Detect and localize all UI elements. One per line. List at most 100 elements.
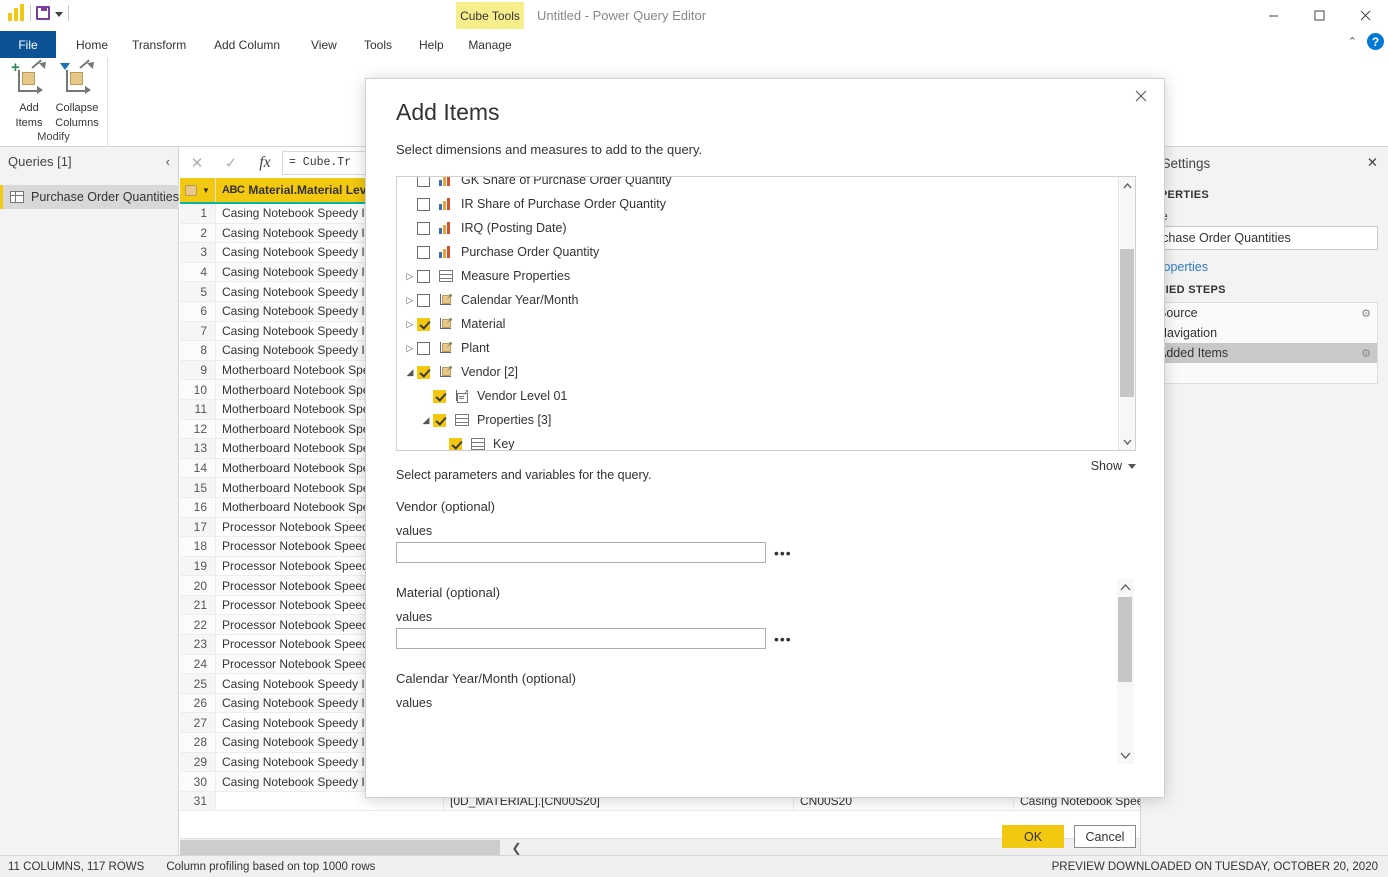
tree-item[interactable]: IR Share of Purchase Order Quantity xyxy=(397,192,1119,216)
formula-fx-icon[interactable]: fx xyxy=(248,150,282,176)
formula-cancel-icon[interactable]: ✕ xyxy=(180,150,214,176)
toolbar-divider-2 xyxy=(68,5,69,21)
tree-item-checkbox[interactable] xyxy=(433,414,446,427)
row-number: 1 xyxy=(180,204,216,224)
query-name-input[interactable]: rchase Order Quantities xyxy=(1151,226,1378,250)
ribbon-tab-view[interactable]: View xyxy=(297,31,351,58)
parameter-vendor-ellipsis-button[interactable]: ••• xyxy=(774,548,792,558)
help-icon[interactable]: ? xyxy=(1367,33,1384,50)
row-number: 7 xyxy=(180,322,216,342)
add-items-dialog: Add Items Select dimensions and measures… xyxy=(365,78,1165,798)
status-bar: 11 COLUMNS, 117 ROWS Column profiling ba… xyxy=(0,855,1388,877)
show-dropdown[interactable]: Show xyxy=(1091,459,1136,473)
query-list-item-purchase-order-quantities[interactable]: Purchase Order Quantities xyxy=(0,185,179,209)
tree-item-label: Key xyxy=(493,437,515,451)
parameters-scroll-up-icon[interactable] xyxy=(1117,579,1133,596)
tree-item[interactable]: ↗Vendor Level 01 xyxy=(397,384,1119,408)
parameters-vertical-scrollbar[interactable] xyxy=(1117,579,1134,764)
tree-scroll-thumb[interactable] xyxy=(1120,249,1134,397)
tree-item-checkbox[interactable] xyxy=(417,246,430,259)
ribbon-tab-help[interactable]: Help xyxy=(405,31,458,58)
tree-item-checkbox[interactable] xyxy=(417,176,430,187)
tree-vertical-scrollbar[interactable] xyxy=(1118,177,1135,450)
formula-accept-icon[interactable]: ✓ xyxy=(214,150,248,176)
ribbon-tab-view-label: View xyxy=(311,38,337,52)
applied-step-navigation[interactable]: Navigation xyxy=(1152,323,1377,343)
chevron-down-icon[interactable] xyxy=(55,12,63,17)
minimize-button[interactable] xyxy=(1250,0,1296,31)
tree-item-label: Properties [3] xyxy=(477,413,551,427)
parameter-vendor-values-label: values xyxy=(396,524,1136,538)
row-number: 10 xyxy=(180,380,216,400)
chevron-down-badge-icon xyxy=(60,63,70,70)
dialog-close-button[interactable] xyxy=(1128,85,1154,107)
ribbon-tab-file[interactable]: File xyxy=(0,31,56,58)
tree-item-checkbox[interactable] xyxy=(449,438,462,451)
expander-icon[interactable]: ▷ xyxy=(403,271,417,282)
row-number: 14 xyxy=(180,459,216,479)
ribbon-tab-transform[interactable]: Transform xyxy=(118,31,200,58)
maximize-button[interactable] xyxy=(1296,0,1342,31)
parameter-material-input[interactable] xyxy=(396,628,766,649)
ribbon-tab-home[interactable]: Home xyxy=(62,31,122,58)
parameter-vendor-input[interactable] xyxy=(396,542,766,563)
save-icon[interactable] xyxy=(36,6,50,20)
collapse-columns-button[interactable]: Collapse Columns xyxy=(50,62,104,130)
tree-item[interactable]: Purchase Order Quantity xyxy=(397,240,1119,264)
tree-item-checkbox[interactable] xyxy=(417,198,430,211)
add-items-button[interactable]: + Add Items xyxy=(2,62,56,130)
tree-item-label: IRQ (Posting Date) xyxy=(461,221,567,235)
all-properties-link[interactable]: Properties xyxy=(1151,260,1378,274)
tree-scroll-down-icon[interactable] xyxy=(1119,433,1135,450)
tree-item[interactable]: IRQ (Posting Date) xyxy=(397,216,1119,240)
expander-icon[interactable]: ▷ xyxy=(403,319,417,330)
tree-item[interactable]: GK Share of Purchase Order Quantity xyxy=(397,176,1119,192)
ribbon-tab-manage[interactable]: Manage xyxy=(456,31,524,58)
window-controls xyxy=(1250,0,1388,31)
tree-scroll-up-icon[interactable] xyxy=(1119,177,1135,194)
ribbon-tab-add-column[interactable]: Add Column xyxy=(200,31,294,58)
expander-icon[interactable]: ▷ xyxy=(403,295,417,306)
parameter-material-ellipsis-button[interactable]: ••• xyxy=(774,634,792,644)
close-button[interactable] xyxy=(1342,0,1388,31)
expander-icon[interactable]: ▷ xyxy=(403,343,417,354)
tree-item-label: Plant xyxy=(461,341,490,355)
row-number: 13 xyxy=(180,439,216,459)
queries-pane-title: Queries [1] xyxy=(8,154,72,169)
collapse-queries-pane-icon[interactable]: ‹ xyxy=(166,154,170,169)
tree-item-checkbox[interactable] xyxy=(417,366,430,379)
tree-item-label: Material xyxy=(461,317,505,331)
tree-item-checkbox[interactable] xyxy=(417,222,430,235)
tree-item-checkbox[interactable] xyxy=(417,342,430,355)
status-profiling[interactable]: Column profiling based on top 1000 rows xyxy=(144,861,375,873)
applied-step-source[interactable]: Source ⚙ xyxy=(1152,303,1377,323)
grid-header-rownum[interactable]: ▼ xyxy=(180,178,216,202)
properties-section-header: OPERTIES xyxy=(1151,189,1378,201)
expander-icon[interactable]: ◢ xyxy=(403,367,417,378)
tree-item-checkbox[interactable] xyxy=(417,294,430,307)
tree-item[interactable]: ▷↗Plant xyxy=(397,336,1119,360)
dialog-ok-button[interactable]: OK xyxy=(1002,825,1064,848)
ribbon-tab-tools[interactable]: Tools xyxy=(350,31,406,58)
grid-hscroll-thumb[interactable] xyxy=(180,840,500,855)
grid-scroll-left-icon[interactable]: ❮ xyxy=(508,839,525,856)
tree-item-checkbox[interactable] xyxy=(433,390,446,403)
applied-step-added-items[interactable]: Added Items ⚙ xyxy=(1152,343,1377,363)
expander-icon[interactable]: ◢ xyxy=(419,415,433,426)
parameters-scroll-down-icon[interactable] xyxy=(1117,747,1133,764)
query-settings-close-icon[interactable]: ✕ xyxy=(1367,155,1378,171)
parameters-scroll-thumb[interactable] xyxy=(1118,597,1132,682)
tree-item[interactable]: ◢ Properties [3] xyxy=(397,408,1119,432)
tree-item[interactable]: ▷↗Material xyxy=(397,312,1119,336)
gear-icon[interactable]: ⚙ xyxy=(1361,307,1371,320)
gear-icon-3[interactable]: ⚙ xyxy=(1361,347,1371,360)
name-field-label: me xyxy=(1151,209,1378,223)
tree-item-checkbox[interactable] xyxy=(417,270,430,283)
dialog-cancel-button[interactable]: Cancel xyxy=(1074,825,1136,848)
tree-item-checkbox[interactable] xyxy=(417,318,430,331)
ribbon-collapse-icon[interactable]: ⌃ xyxy=(1348,35,1357,48)
tree-item[interactable]: ▷Measure Properties xyxy=(397,264,1119,288)
tree-item[interactable]: ◢↗Vendor [2] xyxy=(397,360,1119,384)
tree-item[interactable]: Key xyxy=(397,432,1119,451)
tree-item[interactable]: ▷↗Calendar Year/Month xyxy=(397,288,1119,312)
